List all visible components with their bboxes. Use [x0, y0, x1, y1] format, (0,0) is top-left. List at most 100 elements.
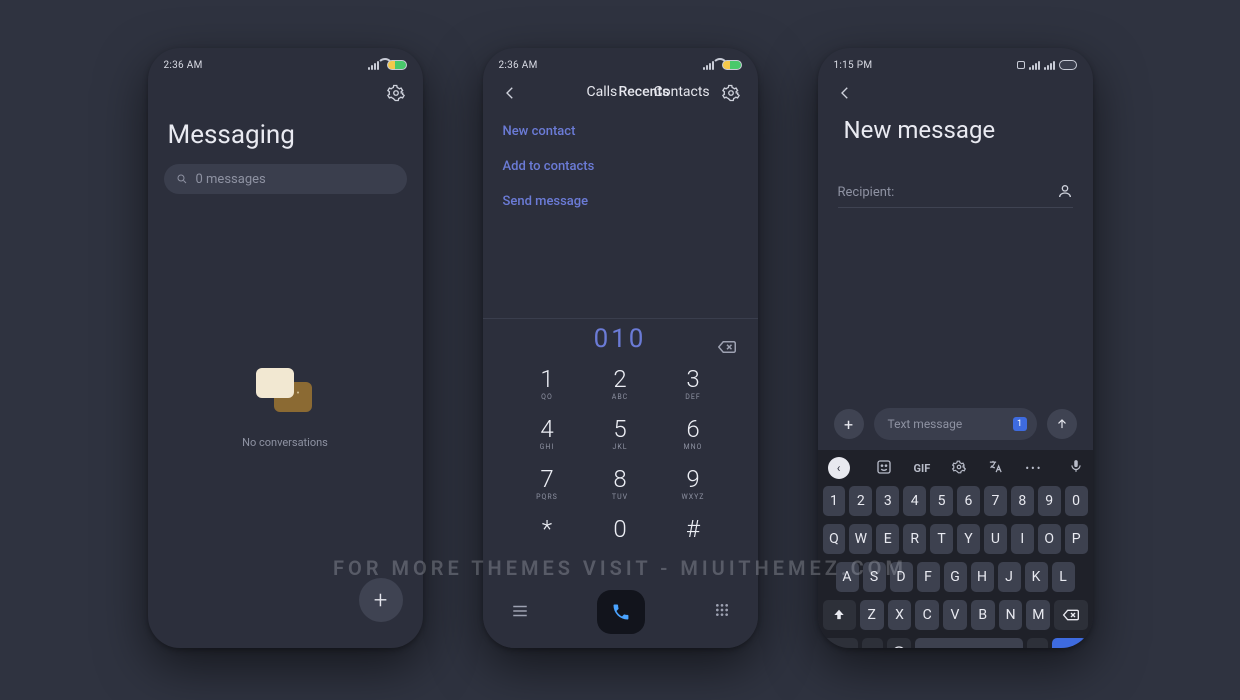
- key-7[interactable]: 7: [984, 486, 1007, 516]
- key-1[interactable]: 1: [823, 486, 846, 516]
- symbols-key[interactable]: ?123: [823, 638, 858, 648]
- key-K[interactable]: K: [1025, 562, 1048, 592]
- back-icon[interactable]: [834, 82, 856, 104]
- empty-text: No conversations: [242, 436, 328, 449]
- key-S[interactable]: S: [863, 562, 886, 592]
- key-9[interactable]: 9: [1038, 486, 1061, 516]
- message-placeholder: Text message: [888, 417, 963, 431]
- comma-key[interactable]: ,: [862, 638, 884, 648]
- dial-key-2[interactable]: 2ABC: [584, 367, 657, 401]
- action-new-contact[interactable]: New contact: [503, 124, 738, 139]
- dial-key-0[interactable]: 0: [584, 517, 657, 541]
- key-C[interactable]: C: [915, 600, 939, 630]
- key-Q[interactable]: Q: [823, 524, 846, 554]
- dial-key-9[interactable]: 9WXYZ: [657, 467, 730, 501]
- search-placeholder: 0 messages: [196, 172, 266, 187]
- key-Y[interactable]: Y: [957, 524, 980, 554]
- sticker-icon[interactable]: [876, 459, 892, 478]
- key-U[interactable]: U: [984, 524, 1007, 554]
- key-P[interactable]: P: [1065, 524, 1088, 554]
- key-2[interactable]: 2: [849, 486, 872, 516]
- menu-icon[interactable]: [511, 603, 529, 622]
- send-button[interactable]: [1047, 409, 1077, 439]
- key-O[interactable]: O: [1038, 524, 1061, 554]
- sim-badge: 1: [1013, 417, 1027, 431]
- search-input[interactable]: 0 messages: [164, 164, 407, 194]
- key-W[interactable]: W: [849, 524, 872, 554]
- signal-icon: [1029, 61, 1040, 70]
- phone-messaging: 2:36 AM Messaging 0 messages No conversa…: [148, 48, 423, 648]
- signal2-icon: [1044, 61, 1055, 70]
- kb-settings-icon[interactable]: [952, 460, 966, 477]
- more-icon[interactable]: •••: [1025, 462, 1042, 475]
- back-icon[interactable]: [499, 82, 521, 104]
- empty-state: No conversations: [148, 368, 423, 449]
- shift-key[interactable]: [823, 600, 856, 630]
- settings-icon[interactable]: [385, 82, 407, 104]
- dialer: 010 1QO2ABC3DEF4GHI5JKL6MNO7PQRS8TUV9WXY…: [483, 318, 758, 648]
- key-N[interactable]: N: [999, 600, 1023, 630]
- emoji-key[interactable]: [887, 638, 911, 648]
- key-6[interactable]: 6: [957, 486, 980, 516]
- key-3[interactable]: 3: [876, 486, 899, 516]
- translate-icon[interactable]: [988, 459, 1003, 477]
- key-5[interactable]: 5: [930, 486, 953, 516]
- attach-button[interactable]: +: [834, 409, 864, 439]
- key-0[interactable]: 0: [1065, 486, 1088, 516]
- call-button[interactable]: [597, 590, 645, 634]
- recipient-field[interactable]: Recipient:: [838, 178, 1073, 208]
- enter-key[interactable]: [1052, 638, 1087, 648]
- key-I[interactable]: I: [1011, 524, 1034, 554]
- tab-calls[interactable]: Calls: [587, 84, 618, 100]
- key-H[interactable]: H: [971, 562, 994, 592]
- settings-icon[interactable]: [720, 82, 742, 104]
- key-L[interactable]: L: [1052, 562, 1075, 592]
- tab-contacts[interactable]: Contacts: [654, 84, 710, 100]
- key-V[interactable]: V: [943, 600, 967, 630]
- dial-key-3[interactable]: 3DEF: [657, 367, 730, 401]
- dial-key-8[interactable]: 8TUV: [584, 467, 657, 501]
- key-J[interactable]: J: [998, 562, 1021, 592]
- dialpad-toggle-icon[interactable]: [714, 602, 730, 622]
- key-8[interactable]: 8: [1011, 486, 1034, 516]
- recipient-label: Recipient:: [838, 185, 895, 200]
- message-input[interactable]: Text message 1: [874, 408, 1037, 440]
- add-contact-icon[interactable]: [1057, 183, 1073, 203]
- spacebar-key[interactable]: [915, 638, 1023, 648]
- delete-key[interactable]: [1054, 600, 1087, 630]
- action-add-to-contacts[interactable]: Add to contacts: [503, 159, 738, 174]
- key-A[interactable]: A: [836, 562, 859, 592]
- period-key[interactable]: .: [1027, 638, 1049, 648]
- dial-key-7[interactable]: 7PQRS: [511, 467, 584, 501]
- key-M[interactable]: M: [1026, 600, 1050, 630]
- keyboard: ‹ GIF ••• 12345: [818, 450, 1093, 648]
- key-D[interactable]: D: [890, 562, 913, 592]
- gif-button[interactable]: GIF: [914, 462, 931, 475]
- key-T[interactable]: T: [930, 524, 953, 554]
- dial-key-6[interactable]: 6MNO: [657, 417, 730, 451]
- key-E[interactable]: E: [876, 524, 899, 554]
- kb-collapse-icon[interactable]: ‹: [828, 457, 850, 479]
- key-F[interactable]: F: [917, 562, 940, 592]
- key-B[interactable]: B: [971, 600, 995, 630]
- battery-icon: [387, 60, 407, 70]
- key-4[interactable]: 4: [903, 486, 926, 516]
- page-title: New message: [818, 110, 1093, 162]
- key-Z[interactable]: Z: [860, 600, 884, 630]
- compose-button[interactable]: +: [359, 578, 403, 622]
- status-time: 2:36 AM: [499, 60, 538, 71]
- dial-key-4[interactable]: 4GHI: [511, 417, 584, 451]
- key-X[interactable]: X: [888, 600, 912, 630]
- dial-key-#[interactable]: #: [657, 517, 730, 541]
- action-send-message[interactable]: Send message: [503, 194, 738, 209]
- backspace-icon[interactable]: [718, 331, 736, 361]
- status-bar: 2:36 AM: [148, 54, 423, 76]
- dial-key-1[interactable]: 1QO: [511, 367, 584, 401]
- page-title: Messaging: [148, 110, 423, 160]
- key-G[interactable]: G: [944, 562, 967, 592]
- dial-key-5[interactable]: 5JKL: [584, 417, 657, 451]
- dial-key-*[interactable]: *: [511, 517, 584, 541]
- status-time: 2:36 AM: [164, 60, 203, 71]
- mic-icon[interactable]: [1069, 458, 1083, 478]
- key-R[interactable]: R: [903, 524, 926, 554]
